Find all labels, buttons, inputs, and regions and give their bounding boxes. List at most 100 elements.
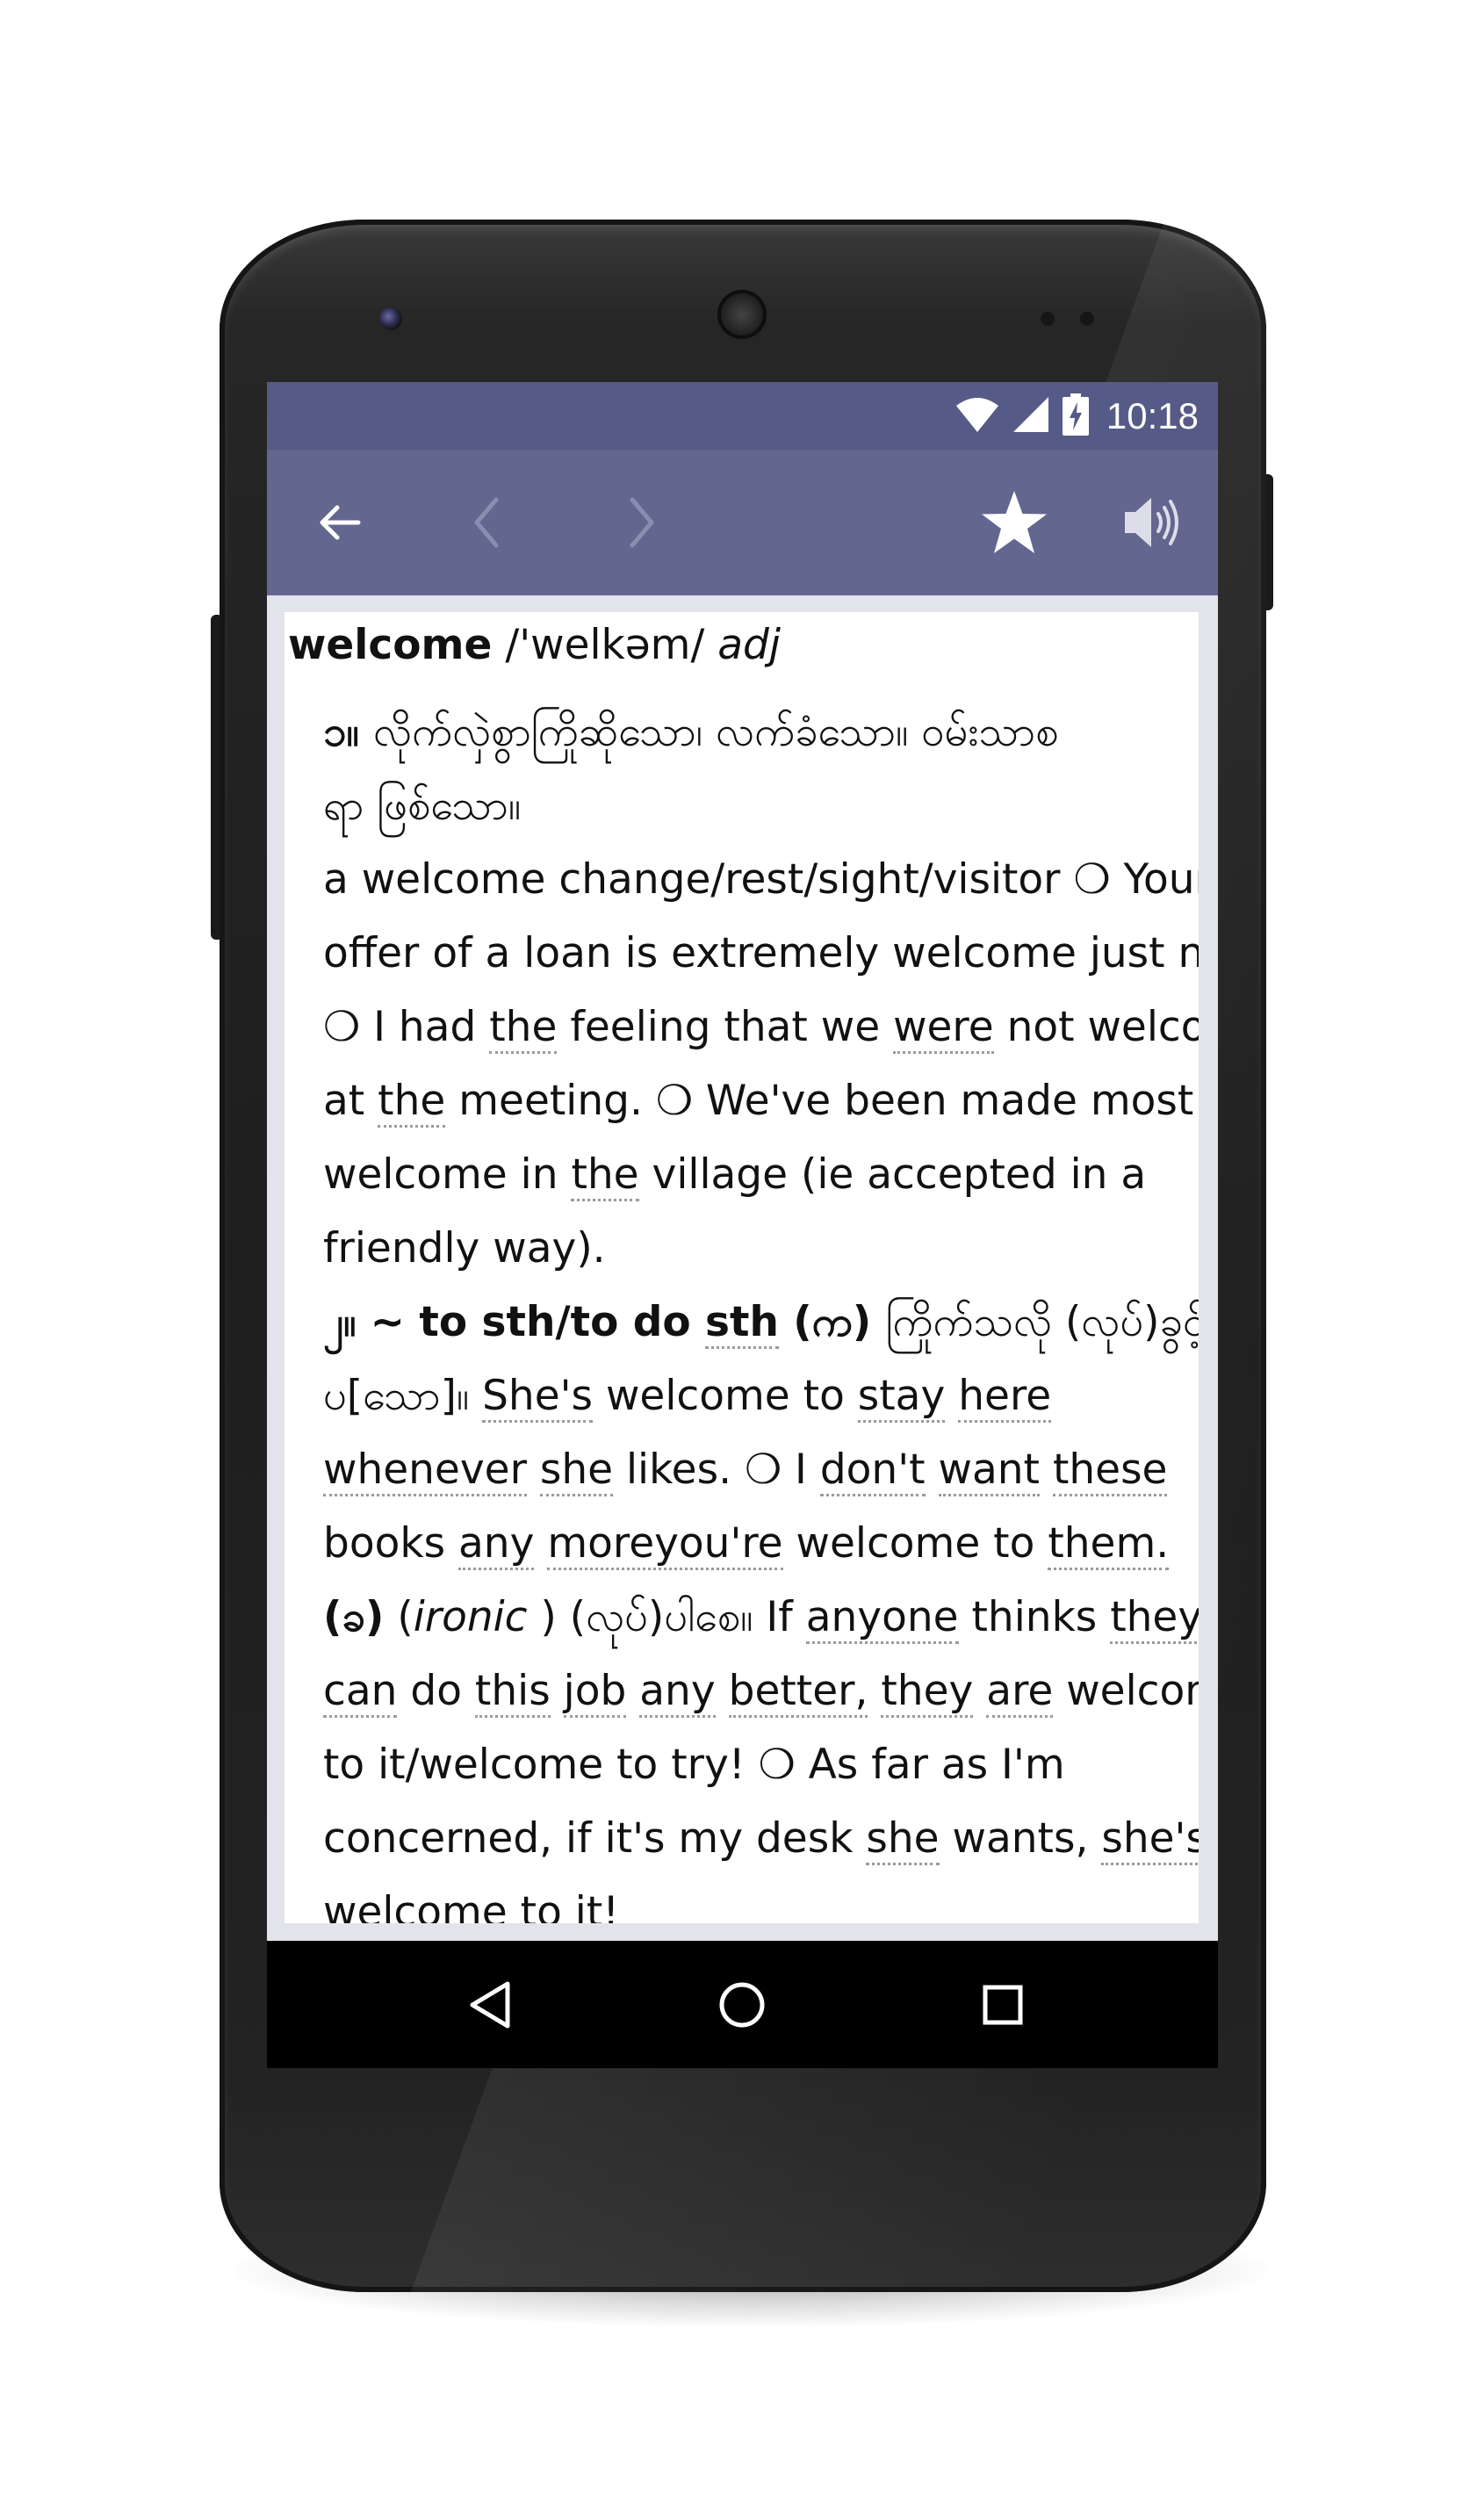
linked-word[interactable]: any xyxy=(458,1519,535,1570)
entry-line: ❍ I had the feeling that we were not wel… xyxy=(323,991,1199,1064)
headword: welcome xyxy=(288,621,493,669)
entry-text xyxy=(626,1667,639,1715)
entry-text: ရာ ဖြစ်သော။ xyxy=(323,782,522,830)
entry-text xyxy=(534,1519,547,1568)
entry-text: ပ[သော]။ xyxy=(323,1372,483,1420)
nav-recents-icon[interactable] xyxy=(963,1965,1042,2044)
linked-word[interactable]: don't xyxy=(819,1446,926,1496)
entry-text: concerned, if it's my desk xyxy=(323,1814,867,1863)
entry-text: a welcome change/rest/sight/visitor ❍ Yo… xyxy=(323,855,1199,904)
linked-word[interactable]: are xyxy=(986,1667,1054,1718)
linked-word[interactable]: want xyxy=(938,1446,1040,1496)
entry-text: ကြိုက်သလို (လုပ်)ခွင့်[ xyxy=(885,1298,1199,1346)
next-icon[interactable] xyxy=(602,485,677,560)
linked-word[interactable]: sth xyxy=(705,1298,779,1349)
entry-text xyxy=(527,1446,540,1494)
linked-word[interactable]: them. xyxy=(1048,1519,1170,1570)
linked-word[interactable]: these xyxy=(1052,1446,1168,1496)
entry-text: ) (လုပ်)ပါစေ။ If xyxy=(527,1593,806,1641)
entry-text: welcome in xyxy=(323,1150,572,1199)
dictionary-entry: welcome /'welkəm/ adj ၁။ လိုက်လှဲစွာကြို… xyxy=(285,612,1199,1923)
linked-word[interactable]: were xyxy=(893,1003,994,1054)
status-time: 10:18 xyxy=(1106,395,1199,436)
linked-word[interactable]: job xyxy=(563,1667,627,1718)
wifi-icon xyxy=(955,395,999,437)
linked-word[interactable]: this xyxy=(474,1667,551,1718)
linked-word[interactable]: better, xyxy=(728,1667,868,1718)
entry-text: လိုက်လှဲစွာကြိုဆိုသော၊ လက်ခံသော။ ဝမ်းသာစ xyxy=(373,708,1059,756)
pronunciation: /'welkəm/ xyxy=(505,621,705,669)
entry-text: ၁။ xyxy=(323,708,374,756)
signal-icon xyxy=(1012,395,1050,437)
linked-word[interactable]: any xyxy=(639,1667,716,1718)
entry-text xyxy=(926,1446,939,1494)
linked-word[interactable]: the xyxy=(378,1077,446,1128)
entry-line: a welcome change/rest/sight/visitor ❍ Yo… xyxy=(323,843,1199,917)
entry-text: (ခ) xyxy=(323,1593,385,1641)
linked-word[interactable]: whenever xyxy=(323,1446,527,1496)
nav-home-icon[interactable] xyxy=(702,1965,782,2044)
navigation-bar xyxy=(267,1941,1218,2068)
entry-text xyxy=(551,1667,564,1715)
linked-word[interactable]: she xyxy=(539,1446,614,1496)
entry-line: whenever she likes. ❍ I don't want these xyxy=(323,1433,1199,1507)
entry-text xyxy=(868,1667,881,1715)
linked-word[interactable]: moreyou're xyxy=(547,1519,783,1570)
entry-text: do xyxy=(397,1667,475,1715)
entry-text xyxy=(1040,1446,1053,1494)
entry-text: meeting. ❍ We've been made most xyxy=(445,1077,1194,1125)
entry-line: welcome to it! xyxy=(323,1876,1199,1923)
back-arrow-icon[interactable] xyxy=(301,485,377,560)
entry-line: to it/welcome to try! ❍ As far as I'm xyxy=(323,1728,1199,1802)
linked-word[interactable]: She's xyxy=(482,1372,594,1423)
previous-icon[interactable] xyxy=(451,485,527,560)
entry-line: welcome in the village (ie accepted in a xyxy=(323,1138,1199,1212)
nav-back-icon[interactable] xyxy=(450,1965,529,2044)
earpiece-speaker xyxy=(717,290,767,339)
light-sensor xyxy=(1080,312,1094,326)
toolbar xyxy=(267,450,1218,595)
entry-line: ပ[သော]။ She's welcome to stay here xyxy=(323,1359,1199,1433)
entry-text: ၂။ ~ to sth/to do xyxy=(323,1298,706,1346)
entry-text xyxy=(716,1667,729,1715)
entry-text: welcome to xyxy=(782,1519,1048,1568)
entry-text: books xyxy=(323,1519,458,1568)
entry-text: welcome xyxy=(1066,1667,1199,1715)
entry-line: offer of a loan is extremely welcome jus… xyxy=(323,917,1199,991)
entry-text: village (ie accepted in a xyxy=(638,1150,1147,1199)
linked-word[interactable]: can xyxy=(323,1667,398,1718)
linked-word[interactable]: stay xyxy=(857,1372,946,1423)
linked-word[interactable]: anyone xyxy=(805,1593,959,1644)
entry-text: welcome to xyxy=(593,1372,858,1420)
linked-word[interactable]: they xyxy=(881,1667,974,1718)
entry-line: concerned, if it's my desk she wants, sh… xyxy=(323,1802,1199,1876)
entry-text: feeling that we xyxy=(557,1003,894,1051)
entry-line: ၂။ ~ to sth/to do sth (က) ကြိုက်သလို (လု… xyxy=(323,1286,1199,1359)
linked-word[interactable]: they xyxy=(1110,1593,1199,1644)
linked-word[interactable]: the xyxy=(489,1003,558,1054)
entry-text: likes. ❍ I xyxy=(613,1446,820,1494)
entry-text: (က) xyxy=(778,1298,886,1346)
star-icon[interactable] xyxy=(976,485,1052,560)
entry-text: at xyxy=(323,1077,378,1125)
entry-text: offer of a loan is extremely welcome jus… xyxy=(323,929,1199,977)
linked-word[interactable]: the xyxy=(571,1150,639,1201)
front-camera xyxy=(379,307,402,330)
entry-text: thinks xyxy=(958,1593,1111,1641)
part-of-speech: adj xyxy=(717,621,781,669)
linked-word[interactable]: she's xyxy=(1101,1814,1199,1865)
entry-line: ၁။ လိုက်လှဲစွာကြိုဆိုသော၊ လက်ခံသော။ ဝမ်း… xyxy=(323,696,1199,769)
phone-screen: 10:18 welcome /'welkəm/ adj ၁။ လိုက်လှဲစ… xyxy=(267,382,1218,2068)
battery-charging-icon xyxy=(1062,393,1089,439)
entry-header: welcome /'welkəm/ adj xyxy=(288,621,781,669)
proximity-sensor xyxy=(1041,312,1055,326)
linked-word[interactable]: she xyxy=(866,1814,940,1865)
entry-text: to it/welcome to try! ❍ As far as I'm xyxy=(323,1741,1065,1789)
entry-line: books any moreyou're welcome to them. xyxy=(323,1507,1199,1581)
speaker-icon[interactable] xyxy=(1113,485,1189,560)
entry-text: ironic xyxy=(413,1593,528,1641)
entry-text: ( xyxy=(384,1593,414,1641)
entry-text: ❍ I had xyxy=(323,1003,490,1051)
linked-word[interactable]: here xyxy=(958,1372,1052,1423)
entry-text xyxy=(945,1372,958,1420)
